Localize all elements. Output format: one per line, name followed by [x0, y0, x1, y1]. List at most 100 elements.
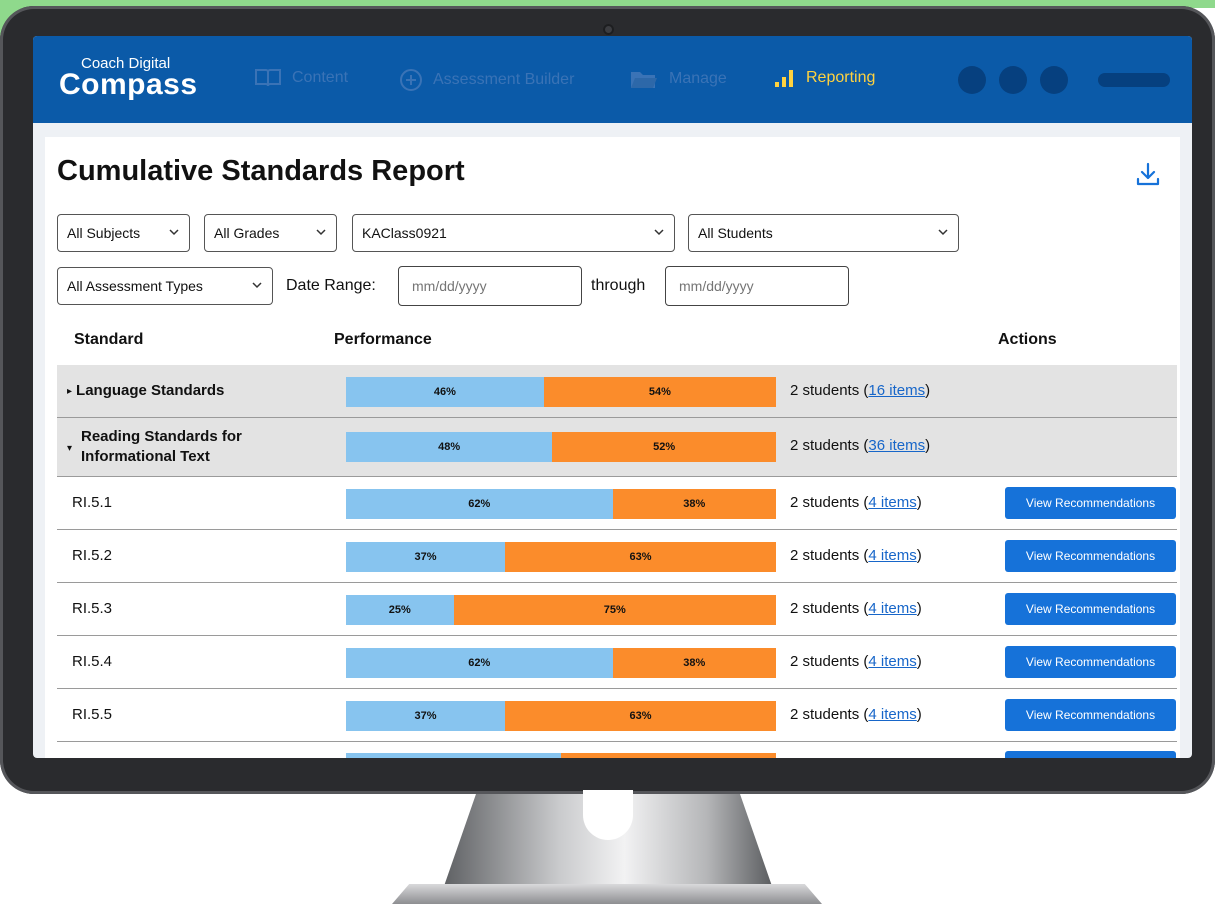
close-paren: ): [916, 706, 922, 723]
performance-bar-proficient-label: 48%: [438, 441, 461, 453]
through-label: through: [591, 277, 646, 294]
nav-assessment-builder-label: Assessment Builder: [433, 71, 575, 88]
chevron-down-icon: [316, 229, 326, 236]
performance-bar-not-proficient: 38%: [612, 648, 776, 678]
performance-bar-proficient: 62%: [346, 489, 613, 519]
subject-select-value: All Subjects: [67, 225, 141, 241]
logo-big-text: Compass: [59, 68, 198, 101]
performance-bar-proficient: 37%: [346, 701, 506, 731]
table-row: RI.5.4 62% 38% 2 students (4 items) View…: [57, 636, 1177, 689]
nav-manage-label: Manage: [669, 70, 727, 87]
performance-bar-not-proficient: 52%: [552, 432, 776, 462]
view-recommendations-button[interactable]: View Recommendations: [1005, 646, 1176, 678]
performance-bar: 25% 75%: [346, 595, 776, 625]
standard-name[interactable]: ▸ Language Standards: [67, 382, 224, 399]
page-title: Cumulative Standards Report: [57, 155, 465, 187]
grade-select-value: All Grades: [214, 225, 280, 241]
items-link[interactable]: 4 items: [868, 494, 916, 511]
items-link[interactable]: 4 items: [868, 653, 916, 670]
chevron-down-icon: [252, 282, 262, 289]
chevron-down-icon: [169, 229, 179, 236]
chevron-down-icon: [654, 229, 664, 236]
table-row-group[interactable]: ▾ Reading Standards for Informational Tex…: [57, 418, 1177, 477]
performance-bar: 62% 38%: [346, 489, 776, 519]
items-link[interactable]: 4 items: [868, 706, 916, 723]
monitor-stand-notch: [583, 790, 633, 840]
students-count: 2 students (4 items): [790, 600, 922, 617]
students-count-text: 2 students (: [790, 706, 869, 723]
view-recommendations-button[interactable]: View Recommendations: [1005, 699, 1176, 731]
table-row: RI.5.5 37% 63% 2 students (4 items) View…: [57, 689, 1177, 742]
close-paren: ): [916, 653, 922, 670]
view-recommendations-button[interactable]: View Recommendations: [1005, 593, 1176, 625]
camera-icon: [603, 24, 614, 35]
performance-bar-not-proficient: 38%: [612, 489, 776, 519]
grade-select[interactable]: All Grades: [204, 214, 337, 252]
app-screen: Coach Digital Compass Content Assessment…: [33, 36, 1192, 758]
class-select[interactable]: KAClass0921: [352, 214, 675, 252]
date-to-input[interactable]: [665, 266, 849, 306]
download-button[interactable]: [1135, 161, 1161, 192]
performance-bar-proficient-label: 37%: [414, 710, 437, 722]
students-count: 2 students (4 items): [790, 547, 922, 564]
students-select-value: All Students: [698, 225, 773, 241]
students-count-text: 2 students (: [790, 494, 869, 511]
students-count-text: 2 students (: [790, 600, 869, 617]
subject-select[interactable]: All Subjects: [57, 214, 190, 252]
nav-avatar-placeholder-2[interactable]: [999, 66, 1027, 94]
view-recommendations-button[interactable]: View Recommendations: [1005, 540, 1176, 572]
performance-bar-not-proficient: 54%: [543, 377, 776, 407]
students-select[interactable]: All Students: [688, 214, 959, 252]
performance-bar: 37% 63%: [346, 701, 776, 731]
date-from-input[interactable]: [398, 266, 582, 306]
performance-bar-proficient-label: 62%: [468, 657, 491, 669]
students-count-text: 2 students (: [790, 547, 869, 564]
performance-bar: 37% 63%: [346, 542, 776, 572]
items-link[interactable]: 4 items: [868, 600, 916, 617]
nav-reporting[interactable]: Reporting: [774, 68, 875, 88]
performance-bar-not-proficient-label: 75%: [603, 604, 626, 616]
students-count-text: 2 students (: [790, 653, 869, 670]
performance-bar-not-proficient-label: 63%: [629, 551, 652, 563]
close-paren: ): [916, 494, 922, 511]
students-count: 2 students (4 items): [790, 494, 922, 511]
nav-avatar-placeholder-1[interactable]: [958, 66, 986, 94]
performance-bar-proficient: 62%: [346, 648, 613, 678]
students-count: 2 students (36 items): [790, 437, 930, 454]
performance-bar-not-proficient-label: 52%: [653, 441, 676, 453]
performance-bar-proficient-label: 46%: [433, 386, 456, 398]
nav-user-placeholder[interactable]: [1098, 73, 1170, 87]
table-row-group[interactable]: ▸ Language Standards 46% 54% 2 students (…: [57, 365, 1177, 418]
app-logo[interactable]: Coach Digital Compass: [59, 56, 198, 101]
items-link[interactable]: 36 items: [868, 437, 925, 454]
standard-name: RI.5.2: [72, 547, 113, 564]
performance-bar: 46% 54%: [346, 377, 776, 407]
caret-right-icon[interactable]: ▸: [67, 386, 72, 397]
performance-bar-partial-not-proficient: [561, 753, 776, 758]
nav-assessment-builder[interactable]: Assessment Builder: [399, 68, 574, 92]
items-link[interactable]: 16 items: [868, 382, 925, 399]
nav-content[interactable]: Content: [254, 68, 348, 88]
plus-circle-icon: [400, 69, 422, 91]
nav-manage[interactable]: Manage: [629, 68, 727, 90]
performance-bar: 48% 52%: [346, 432, 776, 462]
view-recommendations-button-partial[interactable]: [1005, 751, 1176, 758]
items-link[interactable]: 4 items: [868, 547, 916, 564]
standard-name[interactable]: ▾ Reading Standards for Informational Tex…: [67, 427, 301, 467]
standard-name: RI.5.4: [72, 653, 113, 670]
bar-chart-icon: [775, 70, 793, 87]
assessment-type-select[interactable]: All Assessment Types: [57, 267, 273, 305]
performance-bar-proficient-label: 62%: [468, 498, 491, 510]
folder-icon: [631, 72, 657, 88]
performance-bar-not-proficient-label: 63%: [629, 710, 652, 722]
performance-bar-not-proficient-label: 54%: [648, 386, 671, 398]
nav-avatar-placeholder-3[interactable]: [1040, 66, 1068, 94]
table-row: RI.5.3 25% 75% 2 students (4 items) View…: [57, 583, 1177, 636]
caret-down-icon[interactable]: ▾: [67, 439, 72, 459]
performance-bar-not-proficient: 75%: [453, 595, 776, 625]
view-recommendations-button[interactable]: View Recommendations: [1005, 487, 1176, 519]
performance-bar-partial: [346, 753, 776, 758]
performance-bar-not-proficient: 63%: [505, 701, 776, 731]
nav-reporting-label: Reporting: [806, 69, 876, 86]
performance-bar-proficient: 37%: [346, 542, 506, 572]
